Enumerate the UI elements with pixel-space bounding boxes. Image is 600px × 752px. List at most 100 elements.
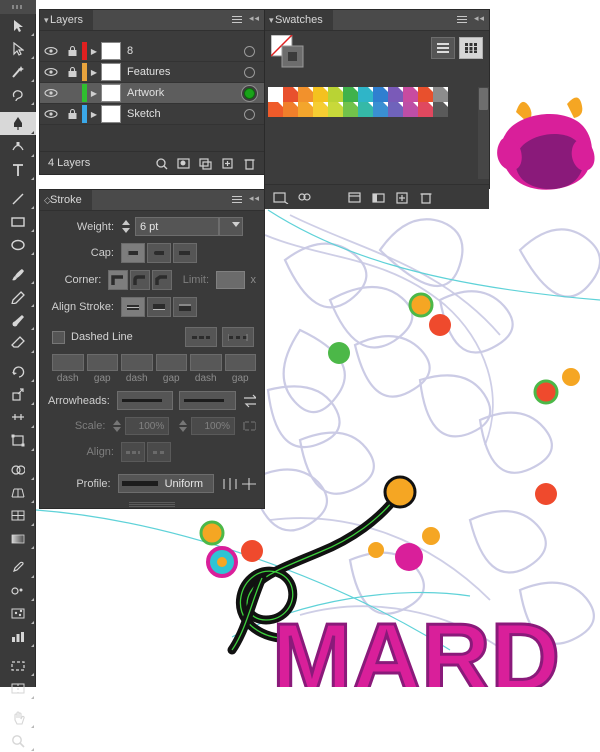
limit-input[interactable] <box>216 271 246 289</box>
layer-row[interactable]: ▶ Features <box>40 62 264 83</box>
stroke-weight-row[interactable]: Weight: 6 pt <box>48 217 256 236</box>
flip-along-icon[interactable] <box>241 477 256 491</box>
layer-row[interactable]: ▶ Sketch <box>40 104 264 125</box>
layer-row[interactable]: ▶ Artwork <box>40 83 264 104</box>
rectangle-tool[interactable] <box>0 210 36 233</box>
visibility-toggle-icon[interactable] <box>40 46 62 56</box>
swatch[interactable] <box>343 102 358 117</box>
swatch[interactable] <box>283 102 298 117</box>
swatch[interactable] <box>433 87 448 102</box>
slice-tool[interactable] <box>0 677 36 700</box>
round-join-icon[interactable] <box>130 270 150 290</box>
dash-preserve-icon[interactable] <box>185 327 217 347</box>
delete-swatch-icon[interactable] <box>419 191 435 204</box>
layers-list[interactable]: ▶ 8 ▶ Features ▶ Artwork ▶ Sketch <box>40 31 264 125</box>
swatch[interactable] <box>328 102 343 117</box>
blob-brush-tool[interactable] <box>0 308 36 331</box>
create-new-layer-icon[interactable] <box>221 157 234 170</box>
round-cap-icon[interactable] <box>147 243 171 263</box>
swatch[interactable] <box>343 87 358 102</box>
swatch[interactable] <box>328 87 343 102</box>
swatches-toolbar[interactable] <box>265 31 489 71</box>
eraser-tool[interactable] <box>0 331 36 354</box>
weight-input[interactable]: 6 pt <box>135 217 219 236</box>
swatches-tab[interactable]: Swatches <box>265 10 333 30</box>
perspective-grid-tool[interactable] <box>0 481 36 504</box>
expand-layer-icon[interactable]: ▶ <box>87 89 101 98</box>
magic-wand-tool[interactable] <box>0 60 36 83</box>
dash-input[interactable] <box>224 354 256 371</box>
dashed-line-row[interactable]: Dashed Line <box>48 327 256 347</box>
swatch-row[interactable] <box>268 87 489 102</box>
profile-dropdown[interactable]: Uniform <box>117 474 214 493</box>
type-tool[interactable] <box>0 158 36 181</box>
gradient-tool[interactable] <box>0 527 36 550</box>
swatch[interactable] <box>433 102 448 117</box>
panel-menu-icon[interactable] <box>232 14 244 25</box>
swatch[interactable] <box>283 87 298 102</box>
bevel-join-icon[interactable] <box>151 270 172 290</box>
column-graph-tool[interactable] <box>0 625 36 648</box>
collapse-icon[interactable]: ◇ <box>44 195 51 206</box>
swatch[interactable] <box>298 102 313 117</box>
swatch[interactable] <box>313 87 328 102</box>
swatches-panel-titlebar[interactable]: ▾ Swatches ◂◂ <box>265 10 489 31</box>
swatch-libraries-icon[interactable] <box>273 191 289 204</box>
direct-selection-tool[interactable] <box>0 37 36 60</box>
swatches-panel[interactable]: ▾ Swatches ◂◂ <box>265 10 489 209</box>
visibility-toggle-icon[interactable] <box>40 67 62 77</box>
arrowhead-start-dropdown[interactable] <box>116 391 174 410</box>
list-view-icon[interactable] <box>431 37 455 59</box>
layer-name[interactable]: 8 <box>127 45 234 57</box>
expand-layer-icon[interactable]: ▶ <box>87 68 101 77</box>
layers-panel-footer[interactable]: 4 Layers <box>40 151 264 174</box>
collapse-to-icons-icon[interactable]: ◂◂ <box>474 13 485 24</box>
eyedropper-tool[interactable] <box>0 556 36 579</box>
swatch[interactable] <box>268 102 283 117</box>
scale-row[interactable]: Scale: 100% 100% <box>48 417 256 435</box>
scale-start-stepper-icon[interactable] <box>112 419 122 433</box>
swatches-grid[interactable] <box>265 87 489 179</box>
symbol-sprayer-tool[interactable] <box>0 602 36 625</box>
rotate-tool[interactable] <box>0 360 36 383</box>
miter-join-icon[interactable] <box>108 270 129 290</box>
swatch[interactable] <box>313 102 328 117</box>
mesh-tool[interactable] <box>0 504 36 527</box>
dash-input[interactable] <box>86 354 118 371</box>
swap-arrowheads-icon[interactable] <box>243 394 257 408</box>
tools-panel-header[interactable] <box>0 0 36 14</box>
panel-resize-grip[interactable] <box>129 501 175 507</box>
expand-layer-icon[interactable]: ▶ <box>87 47 101 56</box>
swatch[interactable] <box>358 87 373 102</box>
swatch[interactable] <box>418 102 433 117</box>
butt-cap-icon[interactable] <box>121 243 145 263</box>
add-anchor-point-tool[interactable] <box>0 135 36 158</box>
layer-name[interactable]: Features <box>127 66 234 78</box>
visibility-toggle-icon[interactable] <box>40 88 62 98</box>
shape-builder-tool[interactable] <box>0 458 36 481</box>
pencil-tool[interactable] <box>0 285 36 308</box>
weight-stepper-icon[interactable] <box>121 219 132 234</box>
projecting-cap-icon[interactable] <box>173 243 197 263</box>
dash-align-start-icon[interactable] <box>121 442 145 462</box>
profile-row[interactable]: Profile: Uniform <box>48 474 256 493</box>
align-stroke-row[interactable]: Align Stroke: <box>48 297 256 317</box>
tools-panel[interactable] <box>0 0 36 751</box>
layers-panel[interactable]: ▾ Layers ◂◂ ▶ 8 ▶ Features ▶ Artwork ▶ Sketch 4… <box>40 10 264 174</box>
swatch[interactable] <box>373 102 388 117</box>
layers-panel-titlebar[interactable]: ▾ Layers ◂◂ <box>40 10 264 31</box>
expand-layer-icon[interactable]: ▶ <box>87 110 101 119</box>
fill-stroke-proxy-icon[interactable] <box>271 35 311 69</box>
swatch[interactable] <box>388 102 403 117</box>
arrowhead-end-dropdown[interactable] <box>179 391 236 410</box>
scale-end-input[interactable]: 100% <box>190 417 236 435</box>
paintbrush-tool[interactable] <box>0 262 36 285</box>
layer-target-indicator[interactable] <box>234 108 264 120</box>
scale-end-stepper-icon[interactable] <box>178 419 188 433</box>
stroke-corner-row[interactable]: Corner: Limit: x <box>48 270 256 290</box>
stroke-panel-titlebar[interactable]: ◇ Stroke ◂◂ <box>40 190 264 211</box>
align-outside-icon[interactable] <box>173 297 197 317</box>
swatch-row[interactable] <box>268 102 489 117</box>
lasso-tool[interactable] <box>0 83 36 106</box>
flip-across-icon[interactable] <box>222 477 237 491</box>
